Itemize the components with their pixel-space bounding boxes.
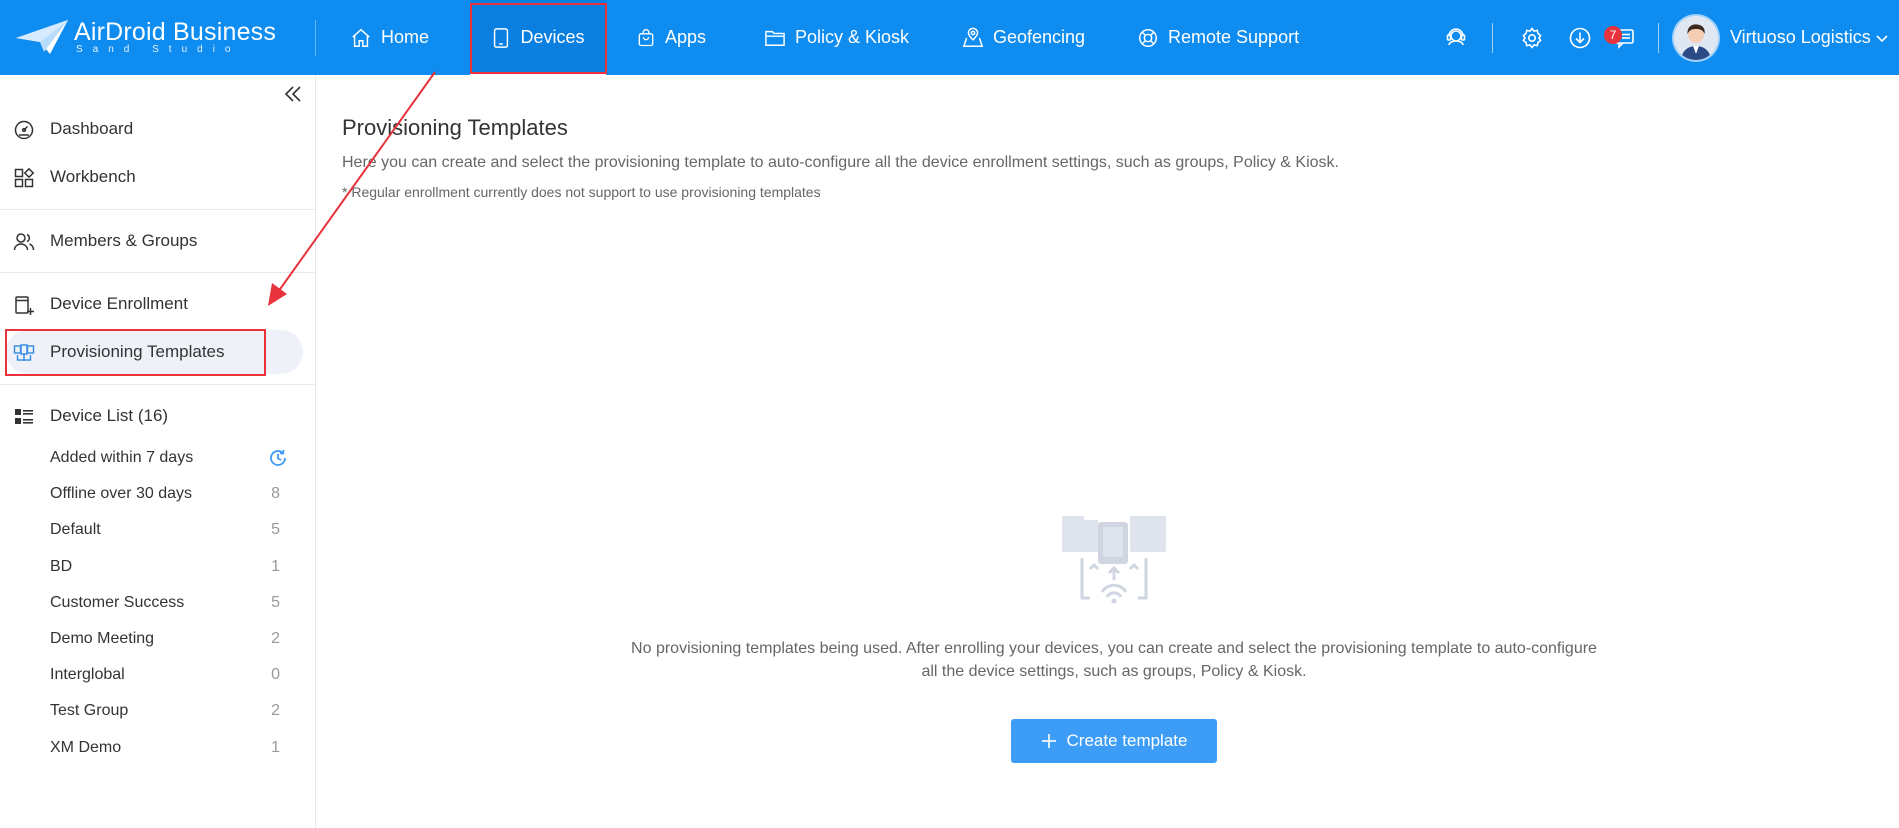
create-template-label: Create template (1066, 731, 1188, 750)
users-icon (13, 233, 35, 251)
empty-state-line-2: all the device settings, such as groups,… (921, 663, 1307, 680)
user-menu[interactable]: Virtuoso Logistics (1730, 0, 1888, 75)
empty-state-line-1: No provisioning templates being used. Af… (631, 640, 1597, 657)
sidebar-group-item[interactable]: Added within 7 days (0, 440, 316, 476)
lifebuoy-icon (1139, 28, 1157, 47)
sidebar-group-item[interactable]: Default 5 (0, 512, 316, 548)
logo-divider (315, 20, 316, 56)
airdroid-logo[interactable]: AirDroid Business Sand Studio (14, 16, 284, 58)
nav-geofencing-label: Geofencing (993, 27, 1086, 47)
group-label: XM Demo (50, 738, 122, 756)
user-name: Virtuoso Logistics (1730, 27, 1871, 47)
brand-name: AirDroid Business (74, 18, 277, 46)
nav-devices[interactable]: Devices (470, 0, 606, 75)
create-template-button[interactable]: Create template (1011, 719, 1217, 763)
workbench-grid-icon (14, 167, 35, 188)
sidebar-divider (0, 384, 316, 385)
group-label: Demo Meeting (50, 630, 155, 647)
notification-badge: 7 (1604, 26, 1622, 44)
paper-plane-logo-icon (16, 20, 68, 54)
page-title: Provisioning Templates (342, 115, 568, 140)
group-count: 2 (271, 702, 280, 720)
sidebar-divider (0, 272, 316, 273)
sidebar-item-label: Members & Groups (50, 231, 198, 250)
page-description: Here you can create and select the provi… (342, 154, 1339, 171)
plus-icon (1041, 734, 1056, 748)
nav-apps-label: Apps (665, 27, 707, 47)
brand-subtitle: Sand Studio (76, 44, 241, 55)
group-label: Added within 7 days (50, 449, 194, 466)
sidebar-item-device-list[interactable]: Device List (16) (0, 394, 316, 438)
empty-state-devices-icon (1062, 516, 1166, 604)
nav-policy-kiosk-label: Policy & Kiosk (795, 27, 910, 47)
user-avatar-icon (1674, 16, 1718, 60)
sidebar: Dashboard Workbench Members & Groups Dev… (0, 75, 316, 828)
active-tab-underline (470, 72, 606, 75)
header-separator (1492, 23, 1493, 53)
sidebar-item-members-groups[interactable]: Members & Groups (0, 219, 316, 263)
collapse-sidebar-icon[interactable] (282, 83, 304, 105)
download-icon[interactable] (1568, 26, 1592, 50)
group-count: 5 (271, 521, 280, 539)
provisioning-templates-icon (13, 344, 35, 361)
group-label: Offline over 30 days (50, 485, 193, 503)
sidebar-item-dashboard[interactable]: Dashboard (0, 107, 316, 151)
sidebar-item-provisioning-templates[interactable]: Provisioning Templates (0, 330, 316, 374)
group-count: 5 (271, 593, 280, 611)
customer-service-icon[interactable] (1444, 26, 1468, 50)
page-note: * Regular enrollment currently does not … (342, 184, 821, 200)
sidebar-group-item[interactable]: BD 1 (0, 549, 316, 585)
group-count: 1 (271, 557, 280, 575)
folder-icon (765, 30, 785, 46)
sidebar-group-item[interactable]: Demo Meeting 2 (0, 621, 316, 657)
sidebar-item-label: Dashboard (50, 119, 134, 138)
sidebar-item-label: Provisioning Templates (50, 342, 225, 361)
home-icon (352, 28, 370, 47)
dashboard-gauge-icon (14, 120, 34, 140)
group-count: 1 (271, 738, 280, 756)
sidebar-item-label: Device Enrollment (50, 294, 188, 313)
group-label: Customer Success (50, 593, 185, 611)
group-label: Default (50, 521, 101, 539)
sidebar-item-label: Workbench (50, 167, 136, 186)
shopping-bag-icon (638, 28, 654, 46)
group-label: BD (50, 557, 73, 575)
sidebar-group-item[interactable]: Test Group 2 (0, 693, 316, 729)
sidebar-group-item[interactable]: Offline over 30 days 8 (0, 476, 316, 512)
tablet-icon (494, 27, 509, 48)
group-label: Test Group (50, 702, 129, 720)
map-pin-icon (962, 27, 984, 47)
sidebar-group-item[interactable]: XM Demo 1 (0, 730, 316, 766)
sidebar-item-workbench[interactable]: Workbench (0, 155, 316, 199)
nav-apps[interactable]: Apps (636, 0, 706, 75)
empty-state-message: No provisioning templates being used. Af… (612, 637, 1616, 683)
nav-remote-support[interactable]: Remote Support (1137, 0, 1299, 75)
sidebar-group-item[interactable]: Customer Success 5 (0, 585, 316, 621)
gear-icon[interactable] (1520, 26, 1544, 50)
refresh-clock-icon[interactable] (268, 448, 288, 468)
sidebar-divider (0, 209, 316, 210)
nav-remote-support-label: Remote Support (1168, 27, 1300, 47)
group-count: 2 (271, 630, 280, 647)
nav-policy-kiosk[interactable]: Policy & Kiosk (764, 0, 909, 75)
nav-home[interactable]: Home (350, 0, 429, 75)
top-navigation-bar: AirDroid Business Sand Studio Home Devic… (0, 0, 1899, 75)
chevron-down-icon (1876, 35, 1888, 43)
nav-devices-label: Devices (520, 27, 585, 47)
avatar[interactable] (1674, 16, 1718, 60)
nav-home-label: Home (381, 27, 430, 47)
group-label: Interglobal (50, 666, 125, 684)
sidebar-group-item[interactable]: Interglobal 0 (0, 657, 316, 693)
header-separator (1658, 23, 1659, 53)
sidebar-item-label: Device List (16) (50, 406, 169, 425)
device-enrollment-icon (15, 296, 34, 315)
group-count: 8 (271, 485, 280, 503)
sidebar-item-device-enrollment[interactable]: Device Enrollment (0, 282, 316, 326)
list-icon (15, 409, 33, 424)
nav-geofencing[interactable]: Geofencing (962, 0, 1085, 75)
group-count: 0 (271, 666, 280, 684)
